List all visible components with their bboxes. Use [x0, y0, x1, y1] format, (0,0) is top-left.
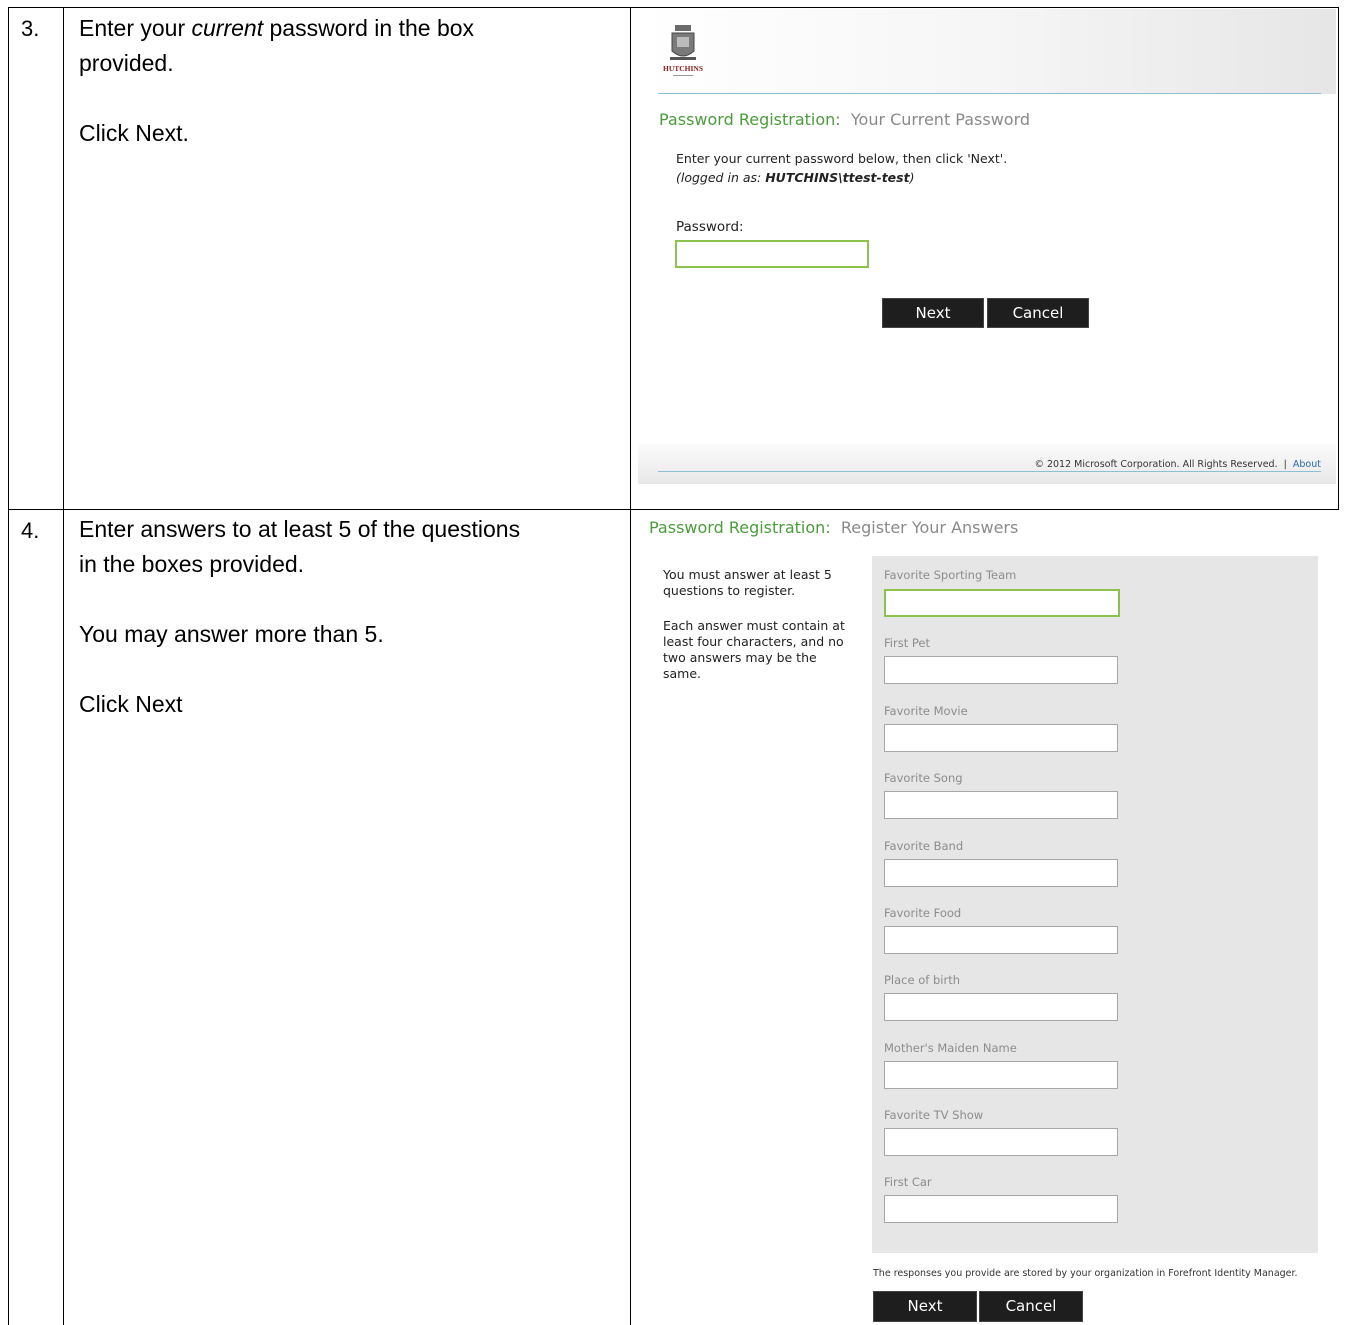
questions-panel: Favorite Sporting Team First Pet Favorit…: [872, 556, 1318, 1253]
storage-note: The responses you provide are stored by …: [873, 1268, 1298, 1279]
question-label: Favorite Song: [884, 771, 963, 785]
prompt-text: Enter your current password below, then …: [676, 151, 1008, 166]
answer-input-place-of-birth[interactable]: [884, 993, 1118, 1021]
answer-input-mothers-maiden-name[interactable]: [884, 1061, 1118, 1089]
copyright-text: © 2012 Microsoft Corporation. All Rights…: [1034, 459, 1321, 470]
question-label: First Car: [884, 1175, 932, 1189]
help-text-2: Each answer must contain at least four c…: [663, 618, 845, 681]
instruction-line: provided.: [79, 50, 174, 76]
answer-input-favorite-sporting-team[interactable]: [884, 589, 1120, 617]
screenshot-current-password: HUTCHINS Password Registration: Your Cur…: [638, 9, 1336, 484]
answer-input-favorite-food[interactable]: [884, 926, 1118, 954]
help-text-1: You must answer at least 5 questions to …: [663, 567, 832, 598]
next-button[interactable]: Next: [882, 298, 984, 328]
step-instructions: Enter your current password in the box p…: [79, 11, 619, 151]
instruction-line: Enter your current password in the box: [79, 15, 475, 41]
answer-input-first-car[interactable]: [884, 1195, 1118, 1223]
answer-input-favorite-movie[interactable]: [884, 724, 1118, 752]
table-col-divider-2: [630, 7, 631, 1325]
instruction-line: Enter answers to at least 5 of the quest…: [79, 516, 521, 542]
screenshot-register-answers: Password Registration: Register Your Ans…: [632, 514, 1344, 1325]
table-col-divider-1: [63, 7, 64, 1325]
cancel-button[interactable]: Cancel: [979, 1291, 1083, 1322]
question-label: Favorite Movie: [884, 704, 968, 718]
hutchins-crest-logo: HUTCHINS: [658, 21, 708, 81]
instruction-line: You may answer more than 5.: [79, 621, 384, 647]
header-rule: [658, 93, 1321, 94]
instruction-line: in the boxes provided.: [79, 551, 305, 577]
instruction-line: Click Next.: [79, 120, 189, 146]
logged-in-text: (logged in as: HUTCHINS\ttest-test): [676, 170, 915, 185]
step-instructions: Enter answers to at least 5 of the quest…: [79, 512, 624, 722]
question-label: Favorite TV Show: [884, 1108, 984, 1122]
instruction-line: Click Next: [79, 691, 183, 717]
table-border-right: [1338, 7, 1339, 510]
password-input[interactable]: [675, 240, 869, 268]
svg-text:HUTCHINS: HUTCHINS: [663, 64, 703, 73]
table-border-left: [8, 7, 9, 1325]
question-label: Favorite Band: [884, 839, 964, 853]
page-title: Password Registration: Register Your Ans…: [649, 518, 1019, 537]
page-title: Password Registration: Your Current Pass…: [659, 110, 1031, 129]
next-button[interactable]: Next: [873, 1291, 977, 1322]
question-label: First Pet: [884, 636, 930, 650]
answer-input-first-pet[interactable]: [884, 656, 1118, 684]
footer-rule: [658, 471, 1321, 472]
question-label: Mother's Maiden Name: [884, 1041, 1017, 1055]
question-label: Place of birth: [884, 973, 960, 987]
answer-input-favorite-tv-show[interactable]: [884, 1128, 1118, 1156]
question-label: Favorite Sporting Team: [884, 568, 1017, 582]
answer-input-favorite-band[interactable]: [884, 859, 1118, 887]
table-border-top: [8, 7, 1339, 8]
step-number: 3.: [21, 16, 40, 41]
emphasis: current: [191, 15, 264, 41]
answer-input-favorite-song[interactable]: [884, 791, 1118, 819]
page-header: HUTCHINS: [638, 9, 1336, 94]
about-link[interactable]: About: [1293, 459, 1321, 470]
question-label: Favorite Food: [884, 906, 962, 920]
table-row-divider: [8, 509, 1339, 510]
cancel-button[interactable]: Cancel: [987, 298, 1089, 328]
password-label: Password:: [676, 219, 744, 235]
step-number: 4.: [21, 518, 40, 543]
